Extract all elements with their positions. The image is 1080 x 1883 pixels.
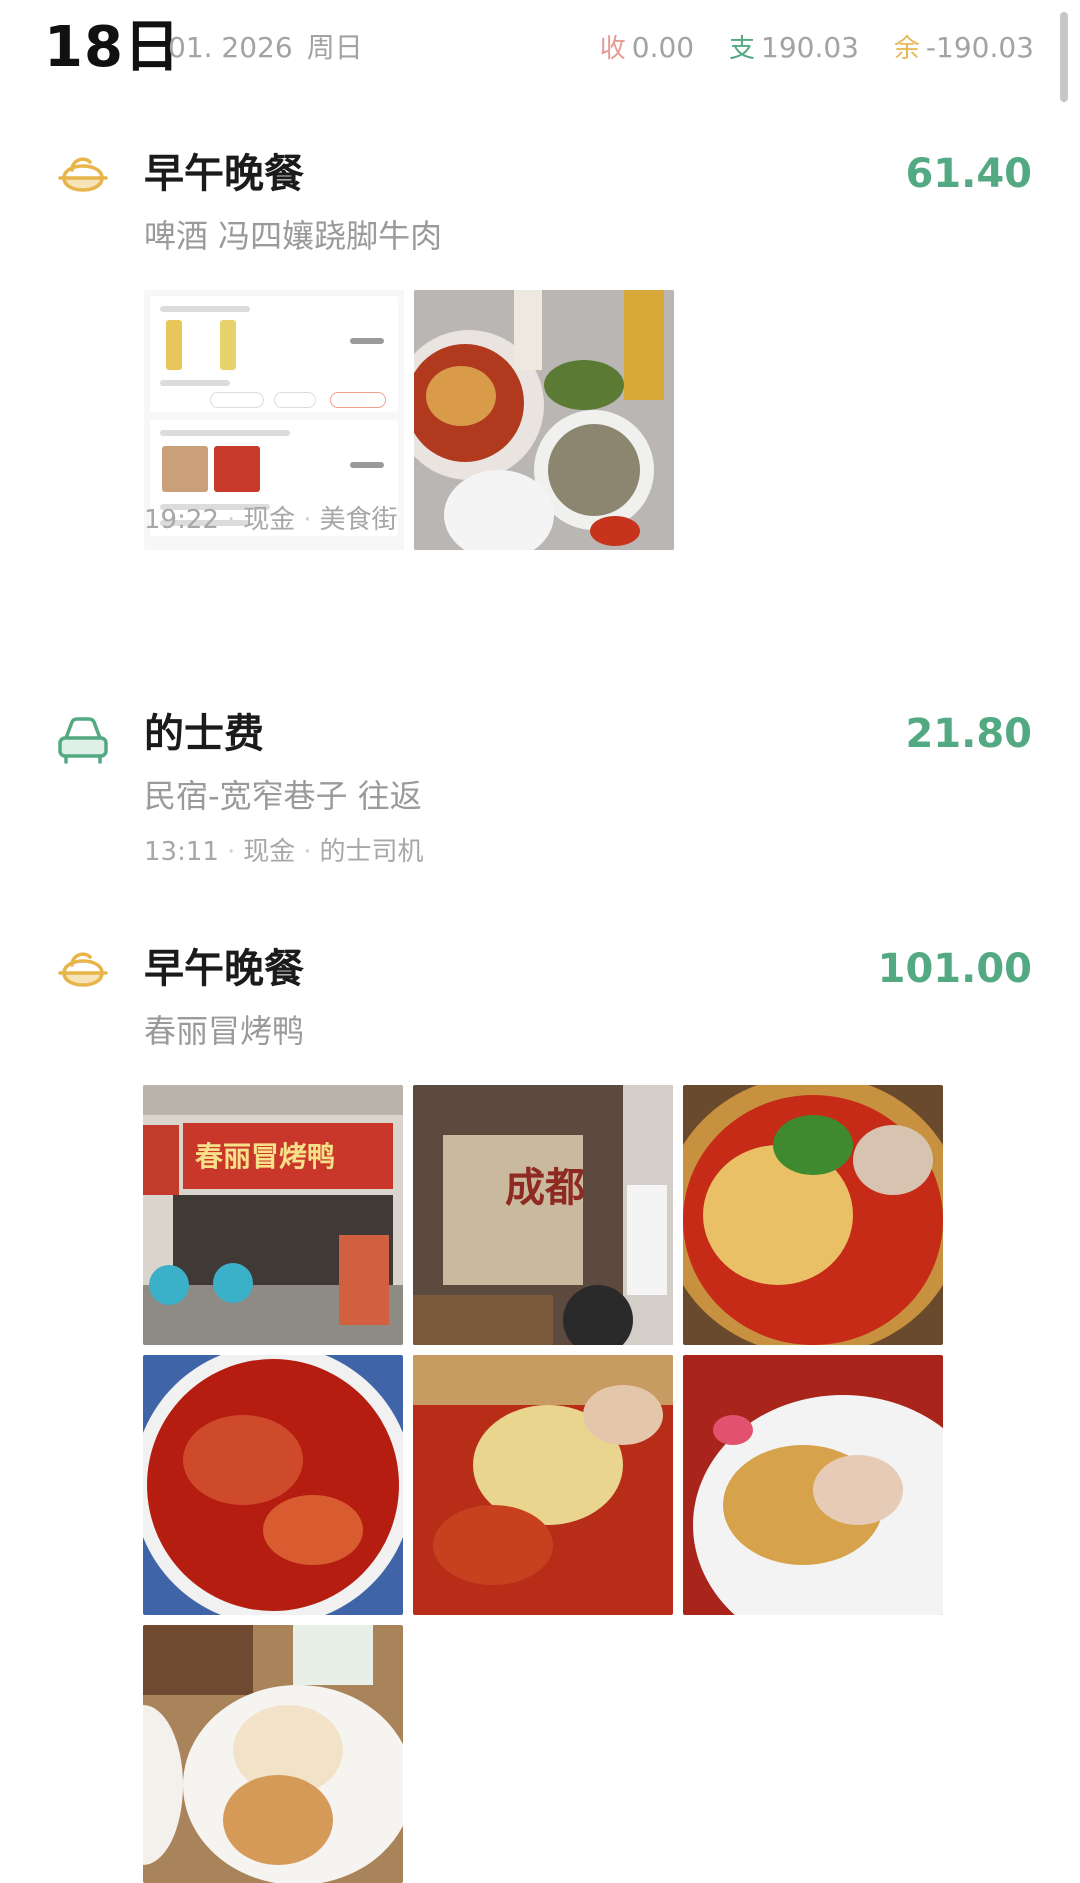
- balance-value: -190.03: [925, 31, 1034, 64]
- day-totals: 收 0.00 支 190.03 余 -190.03: [574, 8, 1034, 89]
- day-header: 18日 01. 2026 周日 收 0.00 支 190.03 余 -190.03: [44, 8, 1034, 88]
- entry-time: 19:22: [144, 505, 219, 535]
- entry-merchant: 的士司机: [319, 837, 424, 867]
- attachment-photo[interactable]: 春丽冒烤鸭: [143, 1085, 403, 1345]
- transaction-item[interactable]: 的士费 21.80 民宿-宽窄巷子 往返 13:11 · 现金 · 的士司机: [0, 700, 1080, 880]
- day-number: 18日: [44, 15, 181, 80]
- attachment-photo[interactable]: [143, 1625, 403, 1883]
- entry-amount: 61.40: [905, 151, 1032, 197]
- entry-title: 早午晚餐: [144, 151, 304, 197]
- entry-title: 的士费: [144, 711, 264, 757]
- entry-title: 早午晚餐: [144, 946, 304, 992]
- attachment-photo[interactable]: [143, 1355, 403, 1615]
- entry-meta: 13:11 · 现金 · 的士司机: [144, 837, 424, 867]
- attachment-photo[interactable]: [683, 1355, 943, 1615]
- transaction-item[interactable]: 早午晚餐 101.00 春丽冒烤鸭 春丽冒烤鸭 成都: [0, 935, 1080, 1883]
- attachment-photo[interactable]: [413, 1355, 673, 1615]
- expense-total: 支 190.03: [729, 31, 868, 64]
- bowl-icon: [58, 157, 108, 192]
- entry-note: 民宿-宽窄巷子 往返: [144, 777, 422, 815]
- entry-time: 13:11: [144, 837, 219, 867]
- entry-meta: 19:22 · 现金 · 美食街: [144, 505, 398, 535]
- income-value: 0.00: [631, 31, 695, 64]
- attachment-photo[interactable]: [683, 1085, 943, 1345]
- entry-account: 现金: [243, 505, 296, 535]
- income-tag: 收: [599, 34, 626, 64]
- transaction-item[interactable]: 早午晚餐 61.40 啤酒 冯四孃跷脚牛肉 19:22 · 现金 · 美食街: [0, 140, 1080, 640]
- bowl-icon: [58, 952, 108, 987]
- attachment-photo[interactable]: [414, 290, 674, 550]
- entry-amount: 101.00: [877, 946, 1032, 992]
- income-total: 收 0.00: [600, 31, 703, 64]
- car-icon: [58, 717, 108, 764]
- expense-tag: 支: [729, 34, 756, 64]
- entry-merchant: 美食街: [319, 505, 398, 535]
- weekday: 周日: [306, 31, 363, 64]
- month-year: 01. 2026: [168, 31, 293, 64]
- scrollbar[interactable]: [1060, 12, 1068, 102]
- entry-note: 啤酒 冯四孃跷脚牛肉: [144, 217, 443, 255]
- date-label: 01. 2026 周日: [168, 8, 363, 88]
- balance-total: 余 -190.03: [894, 31, 1034, 64]
- entry-amount: 21.80: [905, 711, 1032, 757]
- attachment-photo[interactable]: 成都: [413, 1085, 673, 1345]
- entry-note: 春丽冒烤鸭: [144, 1012, 305, 1050]
- balance-tag: 余: [893, 34, 920, 64]
- entry-account: 现金: [243, 837, 296, 867]
- order-card: [150, 296, 398, 412]
- expense-value: 190.03: [761, 31, 859, 64]
